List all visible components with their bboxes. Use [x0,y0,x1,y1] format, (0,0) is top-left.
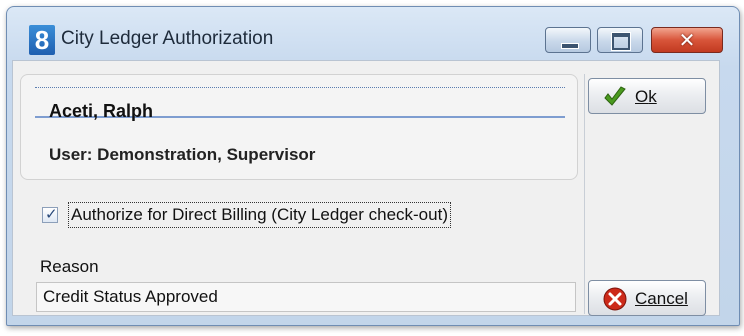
authorize-label[interactable]: Authorize for Direct Billing (City Ledge… [68,202,451,228]
window-title: City Ledger Authorization [61,28,274,49]
minimize-button[interactable] [545,27,591,53]
guest-info-panel: Aceti, Ralph User: Demonstration, Superv… [20,74,578,180]
maximize-button[interactable] [597,27,643,53]
cancel-icon [603,287,627,311]
authorize-checkbox[interactable]: ✓ [42,205,58,223]
reason-field[interactable]: Credit Status Approved [36,282,576,312]
user-info: User: Demonstration, Supervisor [49,145,316,164]
ok-label: Ok [635,87,657,106]
checkmark-icon: ✓ [45,205,58,223]
checkmark-icon [604,86,626,106]
reason-label: Reason [40,257,99,276]
cancel-label: Cancel [635,289,688,308]
ok-button[interactable]: Ok [588,78,706,114]
app-logo-icon: 8 [29,25,55,55]
close-button[interactable]: ✕ [651,27,723,53]
maximize-icon [612,33,630,50]
minimize-icon [561,43,579,49]
title-bar[interactable]: 8 City Ledger Authorization ✕ [7,7,739,65]
divider [584,74,585,314]
guest-name: Aceti, Ralph [49,101,154,121]
cancel-button[interactable]: Cancel [588,280,706,316]
close-icon: ✕ [678,28,696,52]
